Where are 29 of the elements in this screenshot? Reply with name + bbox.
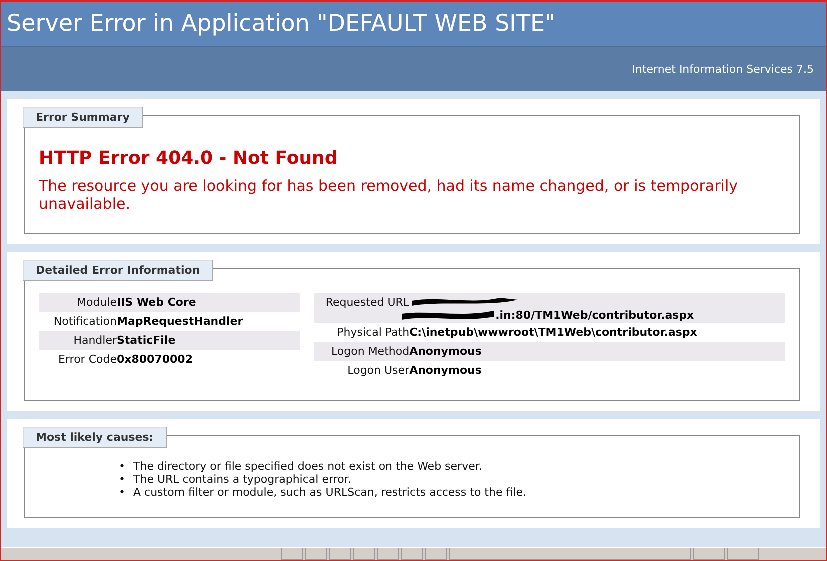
section-legend: Error Summary: [23, 107, 143, 128]
detail-label: Error Code: [58, 352, 117, 366]
error-message: The resource you are looking for has been removed, had its name changed, or is temporarily unavailable.: [39, 177, 739, 213]
section-legend: Detailed Error Information: [23, 260, 214, 281]
detail-label: Handler: [72, 333, 117, 347]
page-title: Server Error in Application "DEFAULT WEB SITE": [7, 11, 556, 37]
cause-item: A custom filter or module, such as URLScan, restricts access to the file.: [134, 486, 526, 499]
detail-value: Anonymous: [410, 363, 482, 377]
cause-item: The URL contains a typographical error.: [134, 473, 352, 486]
detail-value: IIS Web Core: [117, 295, 196, 309]
section-legend: Most likely causes:: [23, 427, 167, 448]
detail-label: Module: [76, 295, 117, 309]
detail-value: MapRequestHandler: [117, 314, 244, 328]
detail-value: .in:80/TM1Web/contributor.aspx: [496, 309, 694, 322]
cause-item: The directory or file specified does not exist on the Web server.: [134, 460, 482, 473]
bullet: •: [119, 460, 126, 473]
detail-value: 0x80070002: [117, 352, 193, 366]
server-version: Internet Information Services 7.5: [632, 62, 814, 76]
detail-label: Physical Path: [336, 325, 410, 339]
detail-label: Notification: [52, 314, 117, 328]
detail-label: Requested URL: [324, 295, 410, 309]
detail-label: Logon Method: [330, 344, 410, 358]
detail-value: StaticFile: [117, 333, 176, 347]
detail-label: Logon User: [346, 363, 410, 377]
detail-value: Anonymous: [410, 344, 482, 358]
bullet: •: [119, 486, 126, 499]
detail-value: C:\inetpub\wwwroot\TM1Web\contributor.aspx: [410, 325, 698, 339]
error-heading: HTTP Error 404.0 - Not Found: [39, 148, 339, 169]
bullet: •: [119, 473, 126, 486]
